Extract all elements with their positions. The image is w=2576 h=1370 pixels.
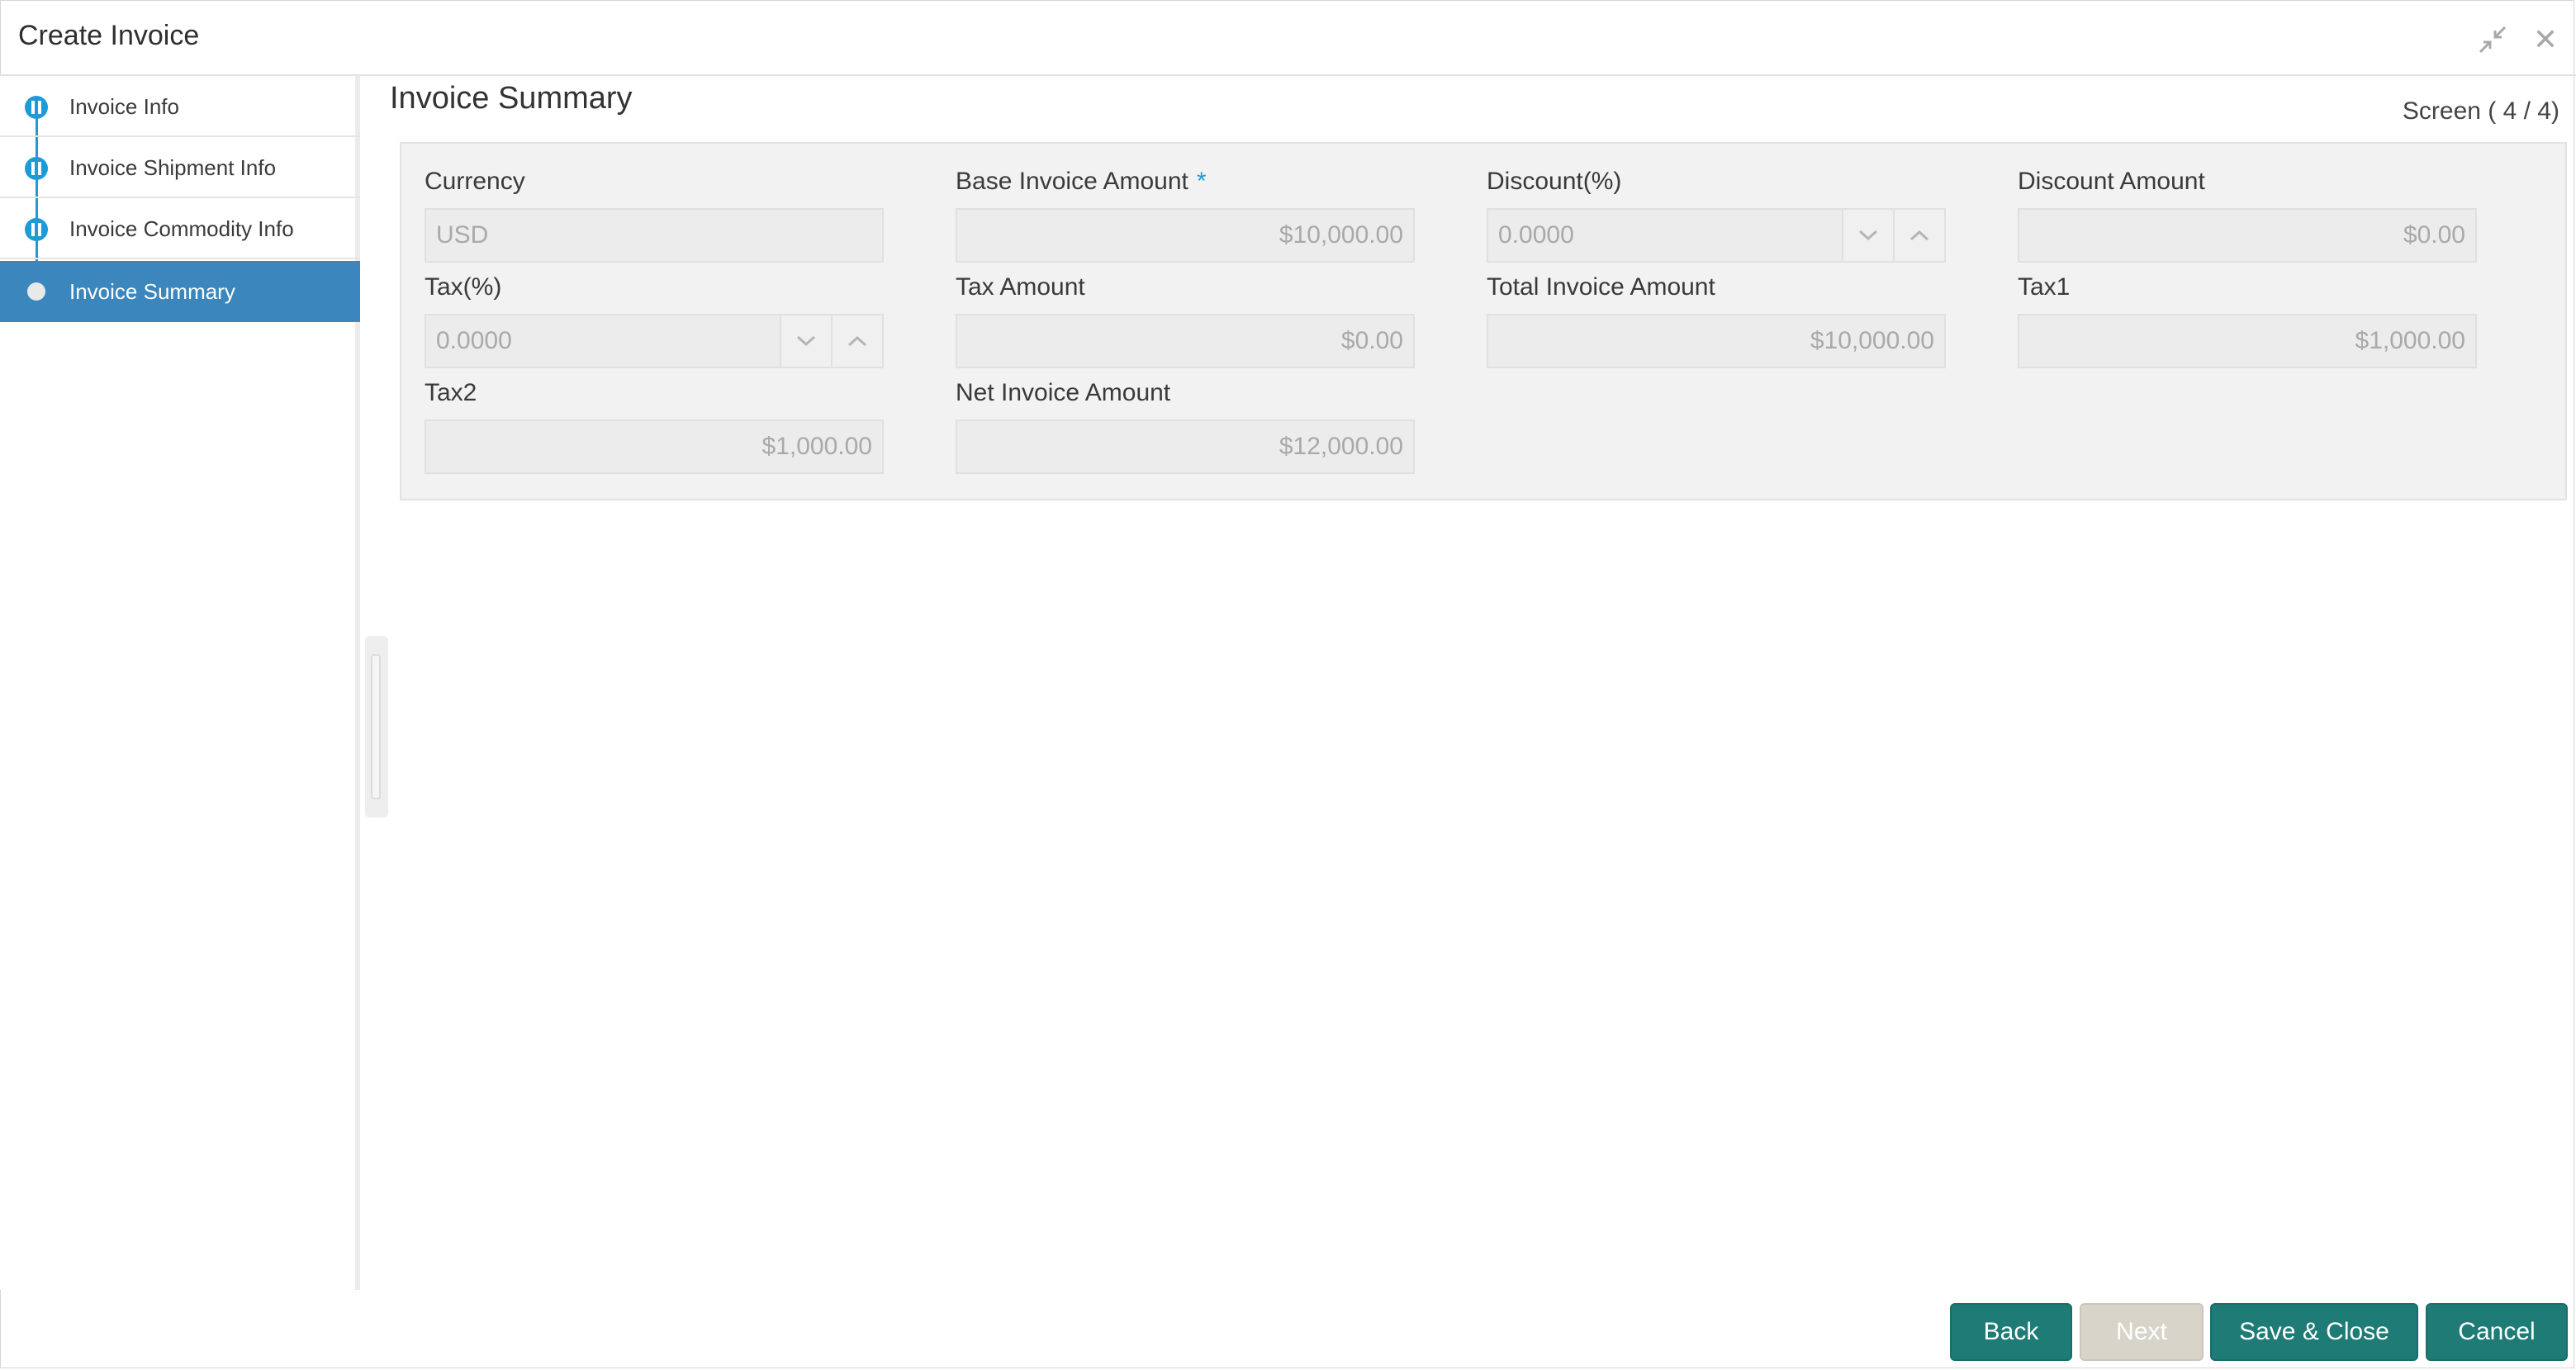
collapse-arrows-icon[interactable] (2476, 23, 2509, 56)
base-invoice-amount-field-group: Base Invoice Amount * $10,000.00 (956, 165, 1415, 263)
base-invoice-amount-input[interactable]: $10,000.00 (956, 208, 1415, 263)
sidebar-item-label: Invoice Shipment Info (69, 155, 277, 180)
sidebar-item-invoice-commodity-info[interactable]: Invoice Commodity Info (0, 198, 360, 259)
discount-pct-input[interactable]: 0.0000 (1487, 208, 1843, 263)
net-invoice-amount-field-group: Net Invoice Amount $12,000.00 (956, 377, 1415, 474)
save-and-close-button[interactable]: Save & Close (2210, 1303, 2418, 1361)
splitter-grip (371, 654, 381, 799)
step-complete-icon (25, 157, 48, 180)
chevron-down-icon (1858, 230, 1878, 241)
chevron-up-icon (847, 335, 867, 347)
total-invoice-amount-field-group: Total Invoice Amount $10,000.00 (1487, 271, 1946, 368)
step-complete-icon (25, 96, 48, 119)
tax-pct-field-group: Tax(%) 0.0000 (425, 271, 884, 368)
currency-field-group: Currency USD (425, 165, 884, 263)
tax1-input[interactable]: $1,000.00 (2018, 314, 2477, 368)
tax-amount-label: Tax Amount (956, 273, 1085, 301)
increment-button[interactable] (833, 314, 884, 368)
tax-pct-input[interactable]: 0.0000 (425, 314, 781, 368)
sidebar-item-label: Invoice Summary (69, 279, 235, 304)
net-invoice-amount-label: Net Invoice Amount (956, 379, 1171, 406)
discount-amount-input[interactable]: $0.00 (2018, 208, 2477, 263)
required-mark: * (1196, 168, 1207, 195)
back-button[interactable]: Back (1950, 1303, 2072, 1361)
tax-pct-label: Tax(%) (425, 273, 502, 301)
sidebar-item-invoice-shipment-info[interactable]: Invoice Shipment Info (0, 137, 360, 198)
decrement-button[interactable] (781, 314, 833, 368)
tax-pct-stepper: 0.0000 (425, 314, 884, 368)
tax1-label: Tax1 (2018, 273, 2071, 301)
discount-pct-field-group: Discount(%) 0.0000 (1487, 165, 1946, 263)
chevron-down-icon (796, 335, 816, 347)
step-complete-icon (25, 218, 48, 241)
total-invoice-amount-input[interactable]: $10,000.00 (1487, 314, 1946, 368)
discount-amount-field-group: Discount Amount $0.00 (2018, 165, 2477, 263)
total-invoice-amount-label: Total Invoice Amount (1487, 273, 1715, 301)
cancel-button[interactable]: Cancel (2426, 1303, 2568, 1361)
currency-input[interactable]: USD (425, 208, 884, 263)
chevron-up-icon (1909, 230, 1929, 241)
tax2-field-group: Tax2 $1,000.00 (425, 377, 884, 474)
discount-pct-stepper: 0.0000 (1487, 208, 1946, 263)
collapse-arrows-svg (2479, 26, 2507, 54)
sidebar-item-label: Invoice Commodity Info (69, 216, 294, 241)
step-current-icon (27, 282, 45, 301)
invoice-summary-panel: Currency USD Base Invoice Amount * $10,00… (400, 142, 2567, 500)
sidebar: Invoice Info Invoice Shipment Info Invoi… (0, 76, 360, 1290)
base-invoice-amount-label: Base Invoice Amount (956, 168, 1188, 195)
tax-amount-field-group: Tax Amount $0.00 (956, 271, 1415, 368)
sidebar-item-label: Invoice Info (69, 94, 179, 119)
tax-amount-input[interactable]: $0.00 (956, 314, 1415, 368)
tax2-input[interactable]: $1,000.00 (425, 420, 884, 474)
page-title: Invoice Summary (390, 81, 633, 116)
window-title: Create Invoice (18, 20, 200, 51)
close-icon[interactable]: ✕ (2529, 22, 2562, 56)
net-invoice-amount-input[interactable]: $12,000.00 (956, 420, 1415, 474)
discount-amount-label: Discount Amount (2018, 168, 2205, 195)
decrement-button[interactable] (1843, 208, 1895, 263)
next-button[interactable]: Next (2080, 1303, 2204, 1361)
base-invoice-amount-label-row: Base Invoice Amount * (956, 165, 1415, 198)
sidebar-item-invoice-summary[interactable]: Invoice Summary (0, 261, 360, 322)
window-header: Create Invoice ✕ (0, 0, 2576, 76)
discount-pct-label: Discount(%) (1487, 168, 1622, 195)
screen-counter: Screen ( 4 / 4) (2402, 97, 2559, 125)
sidebar-item-invoice-info[interactable]: Invoice Info (0, 76, 360, 137)
panel-splitter-handle[interactable] (365, 636, 388, 818)
tax1-field-group: Tax1 $1,000.00 (2018, 271, 2477, 368)
tax2-label: Tax2 (425, 379, 477, 406)
currency-label: Currency (425, 168, 525, 195)
increment-button[interactable] (1895, 208, 1946, 263)
